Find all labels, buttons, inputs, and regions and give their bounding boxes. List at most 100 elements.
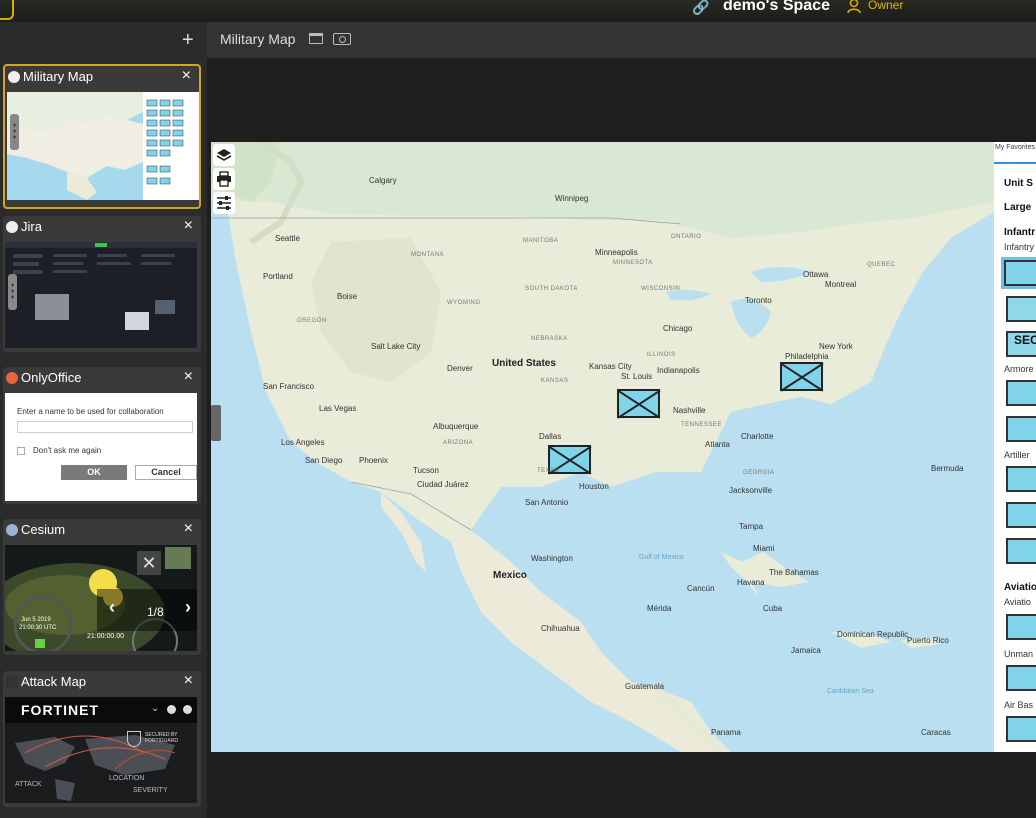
card-header: Military Map × <box>5 66 199 88</box>
map-label-state: MINNESOTA <box>613 260 653 266</box>
top-bar: 🔗 demo's Space Owner <box>0 0 1036 22</box>
infantry-unit-symbol[interactable] <box>617 389 660 418</box>
palette-armored-symbol[interactable] <box>1006 380 1036 406</box>
close-icon[interactable]: × <box>184 672 193 690</box>
collab-name-input[interactable] <box>17 421 193 433</box>
legend-severity: SEVERITY <box>133 787 168 794</box>
card-title: Attack Map <box>21 674 87 689</box>
infantry-unit-symbol[interactable] <box>780 362 823 391</box>
palette-unmanned-symbol[interactable] <box>1006 665 1036 691</box>
card-header: Jira × <box>3 216 201 238</box>
link-icon[interactable]: 🔗 <box>692 0 710 14</box>
card-thumbnail[interactable]: ✕ ‹ 1/8 › Jun 5 2019 21:00:30 UTC 21:00:… <box>5 545 197 651</box>
palette-section-label: Large <box>1004 202 1032 213</box>
app-card-jira[interactable]: Jira × <box>3 216 201 352</box>
timeline-label: 21:00:00.00 <box>87 633 124 640</box>
cancel-button[interactable]: Cancel <box>135 465 197 480</box>
card-thumbnail[interactable] <box>5 242 197 348</box>
map-label-city: Seattle <box>275 234 300 243</box>
card-title: OnlyOffice <box>21 370 82 385</box>
close-icon[interactable]: ✕ <box>137 551 161 575</box>
map-label-city: Cancún <box>687 584 715 593</box>
close-icon[interactable]: × <box>184 520 193 538</box>
map-label-city: Tampa <box>739 522 764 531</box>
close-icon[interactable]: × <box>182 67 191 85</box>
checkbox-label: Don't ask me again <box>33 446 102 455</box>
chevron-left-icon[interactable]: ‹ <box>109 597 115 618</box>
map-label-city: Philadelphia <box>785 352 829 361</box>
map-label-city: Minneapolis <box>595 248 638 257</box>
palette-artillery-symbol[interactable] <box>1006 538 1036 564</box>
app-card-attack-map[interactable]: Attack Map × FORTINET ⌄ SECURED BY FORTI… <box>3 671 201 807</box>
palette-artillery-symbol[interactable] <box>1006 466 1036 492</box>
map-label-city: San Antonio <box>525 498 569 507</box>
map-label-state: TEXAS <box>537 468 560 474</box>
map-label-city: Phoenix <box>359 456 388 465</box>
map-label-state: ILLINOIS <box>647 352 676 358</box>
card-thumbnail[interactable]: FORTINET ⌄ SECURED BY FORTIGUARD ATTACK … <box>5 697 197 803</box>
print-icon[interactable] <box>213 168 235 190</box>
tab-my-favorites[interactable]: My Favorites <box>994 142 1036 164</box>
dont-ask-checkbox[interactable] <box>17 447 25 455</box>
close-icon[interactable]: × <box>184 217 193 235</box>
space-name[interactable]: demo's Space <box>723 0 830 15</box>
military-map[interactable]: United States Mexico Calgary Winnipeg Se… <box>211 142 994 752</box>
map-label-city: Albuquerque <box>433 422 479 431</box>
map-label-city: Chihuahua <box>541 624 580 633</box>
fortiguard-badge: SECURED BY FORTIGUARD <box>145 732 178 744</box>
legend-location: LOCATION <box>109 775 145 782</box>
map-label-city: San Diego <box>305 456 343 465</box>
add-app-button[interactable]: + <box>182 30 194 50</box>
app-card-military-map[interactable]: Military Map × <box>3 64 201 209</box>
settings-sliders-icon[interactable] <box>213 192 235 214</box>
map-label-city: Houston <box>579 482 609 491</box>
drag-handle[interactable] <box>8 274 17 310</box>
pause-icon[interactable] <box>35 639 45 648</box>
map-label-city: Washington <box>531 554 573 563</box>
app-icon <box>6 372 18 384</box>
map-label-city: Ottawa <box>803 270 829 279</box>
map-label-city: Boise <box>337 292 358 301</box>
close-icon[interactable]: × <box>184 368 193 386</box>
map-label-mexico: Mexico <box>493 570 527 581</box>
panel-resize-handle[interactable] <box>211 405 221 441</box>
palette-infantry-symbol[interactable] <box>1001 257 1036 289</box>
map-label-city: Indianapolis <box>657 366 700 375</box>
user-icon <box>847 0 861 14</box>
chevron-down-icon[interactable]: ⌄ <box>151 703 159 714</box>
screenshot-icon[interactable] <box>333 33 351 45</box>
palette-security-symbol[interactable]: SEC <box>1006 331 1036 357</box>
map-label-city: Portland <box>263 272 293 281</box>
map-label-city: Dallas <box>539 432 562 441</box>
info-icon[interactable] <box>183 705 192 714</box>
map-label-state: WYOMING <box>447 300 481 306</box>
map-label-city: Miami <box>753 544 775 553</box>
map-label-state: ONTARIO <box>671 234 702 240</box>
chevron-right-icon[interactable]: › <box>185 597 191 618</box>
app-card-cesium[interactable]: Cesium × ✕ ‹ 1/8 › Jun 5 2019 21:00:30 U… <box>3 519 201 655</box>
help-icon[interactable] <box>167 705 176 714</box>
palette-aviation-symbol[interactable] <box>1006 614 1036 640</box>
card-header: OnlyOffice × <box>3 367 201 389</box>
map-label-united-states: United States <box>492 358 556 369</box>
map-label-city: Calgary <box>369 176 397 185</box>
map-label-water: Gulf of Mexico <box>639 554 684 561</box>
palette-artillery-symbol[interactable] <box>1006 502 1036 528</box>
drag-handle[interactable] <box>10 114 19 150</box>
layers-icon[interactable] <box>213 144 235 166</box>
app-logo[interactable] <box>0 0 14 20</box>
palette-airbase-symbol[interactable] <box>1006 716 1036 742</box>
map-label-state: OREGON <box>297 318 327 324</box>
app-card-onlyoffice[interactable]: OnlyOffice × Enter a name to be used for… <box>3 367 201 504</box>
map-label-city: Mérida <box>647 604 672 613</box>
window-icon[interactable] <box>309 33 323 44</box>
palette-infantry-symbol[interactable] <box>1006 296 1036 322</box>
card-thumbnail[interactable] <box>7 92 199 200</box>
palette-group-label: Air Bas <box>1004 700 1034 710</box>
palette-section-label: Unit S <box>1004 178 1033 189</box>
app-icon <box>6 676 18 688</box>
ok-button[interactable]: OK <box>61 465 127 480</box>
map-label-state: QUEBEC <box>867 262 896 268</box>
palette-armored-symbol[interactable] <box>1006 416 1036 442</box>
map-label-state: MONTANA <box>411 252 445 258</box>
